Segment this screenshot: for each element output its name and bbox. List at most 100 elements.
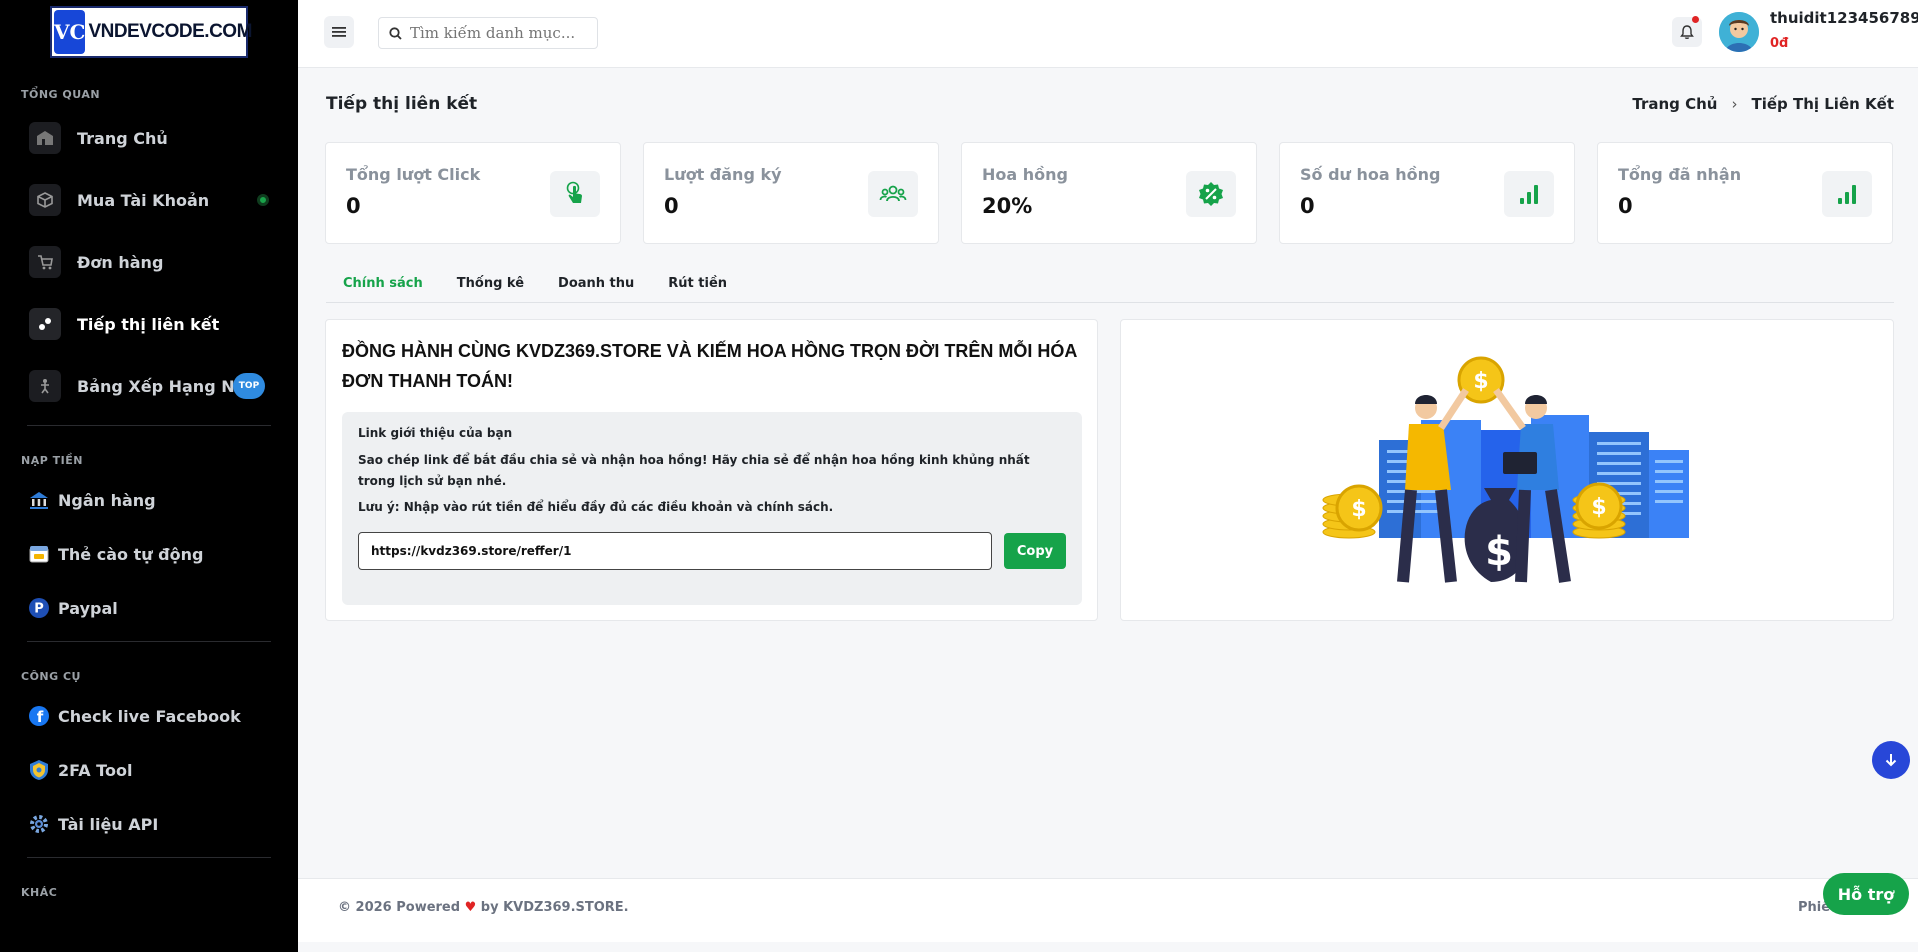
topbar: thuidit123456789 0đ — [298, 0, 1918, 68]
stat-card-commission-balance: Số dư hoa hồng 0 — [1279, 142, 1575, 244]
top-badge: TOP — [233, 373, 265, 399]
section-other: KHÁC — [21, 886, 58, 899]
section-overview: TỔNG QUAN — [21, 88, 101, 101]
logo-text: VNDEVCODE.COM — [88, 21, 252, 42]
referral-box: Link giới thiệu của bạn Sao chép link để… — [342, 412, 1082, 605]
sidebar-item-label: 2FA Tool — [58, 760, 133, 780]
referral-link-row: Copy — [358, 532, 1066, 570]
sidebar-item-paypal[interactable]: P Paypal — [27, 585, 271, 631]
illustration-card: $ $ $ $ — [1120, 319, 1894, 621]
share-icon — [29, 308, 61, 340]
svg-text:f: f — [37, 708, 44, 726]
tab-statistics[interactable]: Thống kê — [440, 270, 541, 302]
sidebar-item-label: Trang Chủ — [77, 128, 168, 148]
referral-link-field[interactable] — [358, 532, 992, 570]
stat-card-commission: Hoa hồng 20% — [961, 142, 1257, 244]
affiliate-tabs: Chính sách Thống kê Doanh thu Rút tiền — [326, 270, 1894, 303]
svg-text:$: $ — [1351, 497, 1366, 522]
breadcrumb-home[interactable]: Trang Chủ — [1632, 95, 1717, 113]
sidebar-item-home[interactable]: Trang Chủ — [29, 115, 269, 161]
shield-icon — [27, 758, 51, 782]
logo-badge: VC — [54, 10, 86, 54]
svg-text:P: P — [34, 602, 44, 617]
svg-text:$: $ — [1473, 369, 1488, 394]
sidebar-item-2fa[interactable]: 2FA Tool — [27, 747, 271, 793]
referral-description: Sao chép link để bắt đầu chia sẻ và nhận… — [358, 453, 1030, 488]
logo[interactable]: VC VNDEVCODE.COM — [50, 6, 252, 58]
breadcrumb-current: Tiếp Thị Liên Kết — [1751, 95, 1894, 113]
support-button[interactable]: Hỗ trợ — [1823, 873, 1909, 915]
tab-policy[interactable]: Chính sách — [326, 270, 440, 302]
bar-chart-icon — [1822, 171, 1872, 217]
stats-row: Tổng lượt Click 0 Lượt đăng ký 0 Hoa hồn… — [325, 142, 1893, 244]
page-title: Tiếp thị liên kết — [326, 94, 478, 114]
bank-icon — [27, 488, 51, 512]
paypal-icon: P — [27, 596, 51, 620]
stat-card-signups: Lượt đăng ký 0 — [643, 142, 939, 244]
divider — [27, 641, 271, 642]
search-input[interactable] — [410, 24, 590, 42]
copy-button[interactable]: Copy — [1004, 533, 1066, 569]
heart-icon: ♥ — [464, 900, 477, 915]
percent-badge-icon — [1186, 171, 1236, 217]
policy-card: ĐỒNG HÀNH CÙNG KVDZ369.STORE VÀ KIẾM HOA… — [325, 319, 1098, 621]
sidebar-item-buy-account[interactable]: Mua Tài Khoản — [29, 177, 269, 223]
section-deposit: NẠP TIỀN — [21, 454, 83, 467]
user-balance: 0đ — [1770, 36, 1789, 51]
sidebar-item-bank[interactable]: Ngân hàng — [27, 477, 271, 523]
stat-card-clicks: Tổng lượt Click 0 — [325, 142, 621, 244]
policy-heading: ĐỒNG HÀNH CÙNG KVDZ369.STORE VÀ KIẾM HOA… — [342, 341, 1077, 391]
gear-icon — [27, 812, 51, 836]
sidebar-item-affiliate[interactable]: Tiếp thị liên kết — [29, 301, 269, 347]
logo-wrap: VC VNDEVCODE.COM — [0, 0, 298, 66]
svg-text:$: $ — [1591, 495, 1606, 520]
breadcrumb: Trang Chủ › Tiếp Thị Liên Kết — [1632, 95, 1894, 113]
hamburger-icon — [332, 27, 346, 37]
notification-dot — [1692, 16, 1699, 23]
sidebar-item-label: Tiếp thị liên kết — [77, 314, 220, 334]
sidebar-item-ranking[interactable]: Bảng Xếp Hạng N... TOP — [29, 363, 269, 409]
tab-withdraw[interactable]: Rút tiền — [651, 270, 744, 302]
facebook-icon: f — [27, 704, 51, 728]
users-icon — [868, 171, 918, 217]
sidebar-item-label: Đơn hàng — [77, 252, 164, 272]
arrow-down-icon — [1885, 754, 1897, 767]
menu-toggle-button[interactable] — [324, 16, 354, 48]
divider — [27, 425, 271, 426]
tab-revenue[interactable]: Doanh thu — [541, 270, 651, 302]
divider — [27, 857, 271, 858]
footer: © 2026 Powered ♥ by KVDZ369.STORE. Phiê — [298, 878, 1918, 942]
referral-title: Link giới thiệu của bạn — [358, 426, 513, 440]
sidebar-item-label: Mua Tài Khoản — [77, 190, 210, 210]
section-tools: CÔNG CỤ — [21, 670, 81, 683]
chevron-right-icon: › — [1731, 95, 1738, 113]
sidebar-item-label: Tài liệu API — [58, 814, 159, 834]
footer-prefix: © 2026 Powered — [338, 900, 461, 915]
avatar[interactable] — [1719, 12, 1759, 52]
sidebar-item-check-facebook[interactable]: f Check live Facebook — [27, 693, 271, 739]
notification-button[interactable] — [1672, 16, 1702, 47]
scroll-down-button[interactable] — [1872, 741, 1910, 779]
ranking-icon — [29, 370, 61, 402]
touch-icon — [550, 171, 600, 217]
sidebar-item-api-docs[interactable]: Tài liệu API — [27, 801, 271, 847]
sidebar-item-label: Thẻ cào tự động — [58, 544, 204, 564]
sidebar-item-label: Bảng Xếp Hạng N... — [77, 376, 253, 396]
sidebar-item-card[interactable]: Thẻ cào tự động — [27, 531, 271, 577]
sidebar-item-label: Paypal — [58, 598, 118, 618]
username[interactable]: thuidit123456789 — [1770, 9, 1918, 27]
stat-card-total-received: Tổng đã nhận 0 — [1597, 142, 1893, 244]
cart-icon — [29, 246, 61, 278]
card-icon — [27, 542, 51, 566]
bell-icon — [1680, 24, 1694, 39]
svg-text:$: $ — [1485, 529, 1513, 575]
sidebar-item-orders[interactable]: Đơn hàng — [29, 239, 269, 285]
footer-copyright: © 2026 Powered ♥ by KVDZ369.STORE. — [338, 900, 629, 915]
bar-chart-icon — [1504, 171, 1554, 217]
sidebar-item-label: Check live Facebook — [58, 706, 241, 726]
search-box[interactable] — [378, 17, 598, 49]
home-icon — [29, 122, 61, 154]
footer-suffix: by KVDZ369.STORE. — [480, 900, 629, 915]
referral-note: Lưu ý: Nhập vào rút tiền để hiểu đầy đủ … — [358, 500, 834, 514]
affiliate-illustration: $ $ $ $ — [1322, 356, 1689, 583]
